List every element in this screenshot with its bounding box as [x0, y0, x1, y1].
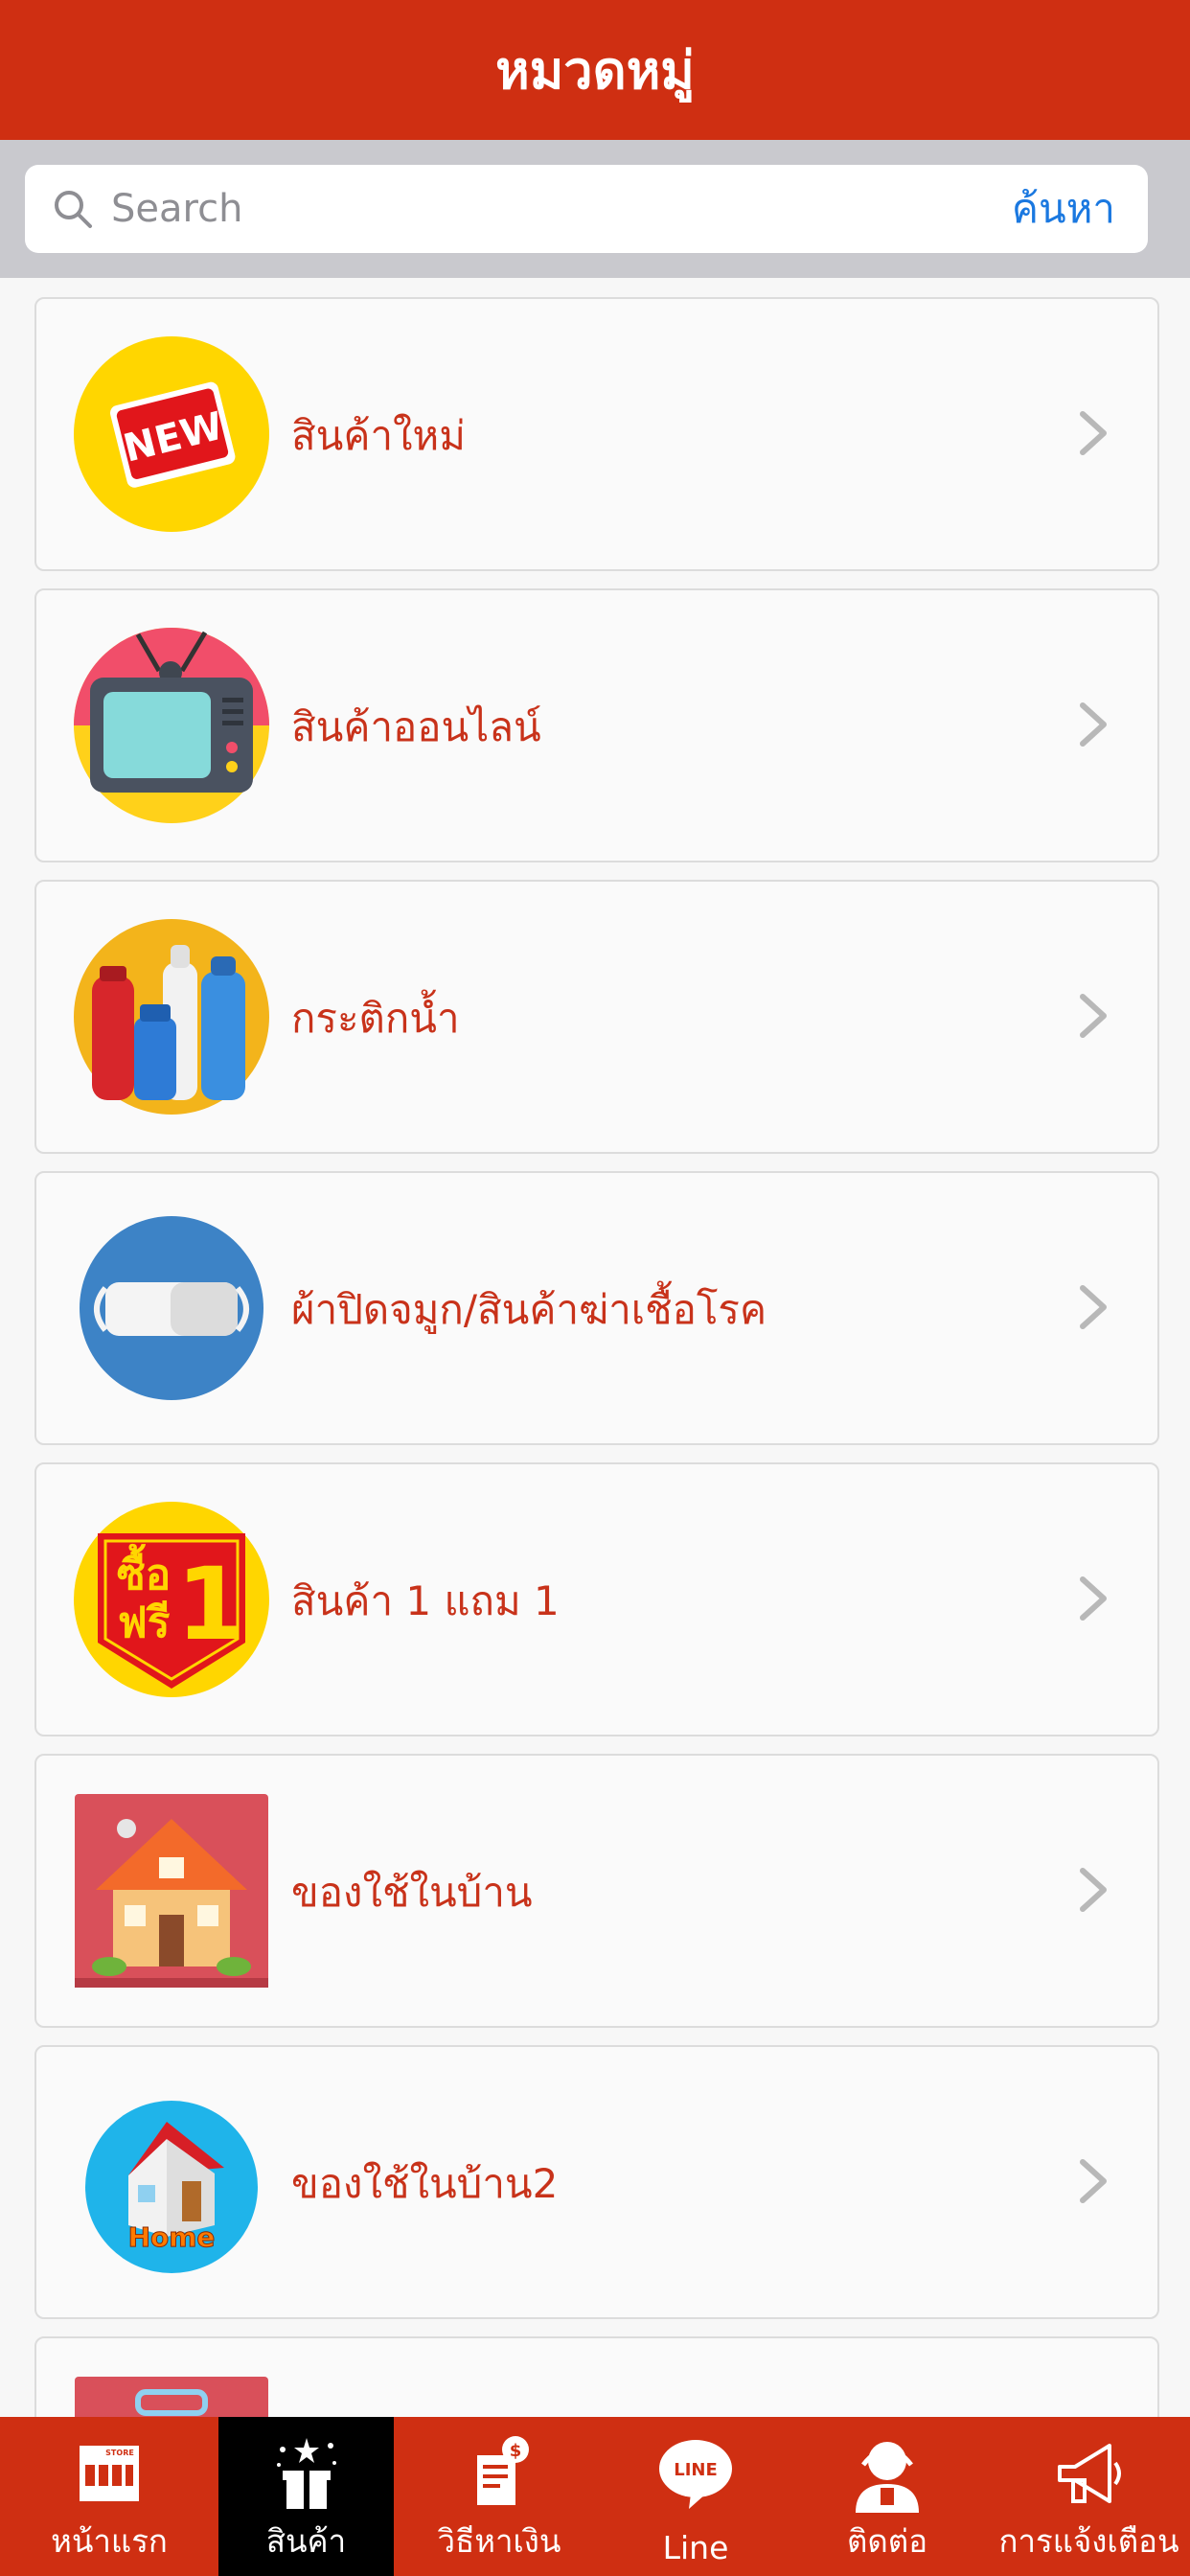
line-chat-icon: LINE: [652, 2430, 739, 2517]
chevron-right-icon: [1080, 1576, 1107, 1621]
promo-line1-text: ซื้อ: [117, 1543, 171, 1599]
tab-notifications[interactable]: การแจ้งเตือน: [988, 2417, 1190, 2576]
tab-contact[interactable]: ติดต่อ: [787, 2417, 988, 2576]
chevron-right-icon: [1080, 1285, 1107, 1329]
chevron-right-icon: [1080, 1868, 1107, 1912]
category-label: สินค้าออนไลน์: [291, 703, 541, 750]
search-box[interactable]: ค้นหา: [25, 165, 1148, 253]
receipt-money-icon: $: [456, 2430, 542, 2517]
tab-earn-money[interactable]: $ วิธีหาเงิน: [394, 2417, 605, 2576]
tab-label: วิธีหาเงิน: [437, 2522, 561, 2560]
tab-label: การแจ้งเตือน: [998, 2522, 1179, 2560]
category-list[interactable]: NEW สินค้าใหม่ สินค้าออนไลน์ กระติกน้ำ ผ…: [0, 278, 1190, 2417]
category-item-buy-one-free-one[interactable]: ซื้อ ฟรี 1 สินค้า 1 แถม 1: [34, 1462, 1159, 1736]
chevron-right-icon: [1080, 2159, 1107, 2203]
face-mask-icon: [71, 1208, 272, 1409]
page-title: หมวดหมู่: [495, 40, 695, 101]
category-label: สินค้าใหม่: [291, 412, 466, 459]
promo-number-text: 1: [176, 1546, 245, 1663]
store-icon-text: STORE: [105, 2449, 134, 2457]
search-input[interactable]: [111, 178, 973, 240]
new-badge-icon: NEW: [71, 334, 272, 535]
category-item-partial[interactable]: [34, 2336, 1159, 2417]
search-icon: [50, 186, 96, 232]
promo-line2-text: ฟรี: [118, 1598, 171, 1647]
tab-home[interactable]: STORE หน้าแรก: [0, 2417, 218, 2576]
category-item-household-2[interactable]: Home ของใช้ในบ้าน2: [34, 2045, 1159, 2319]
store-icon: STORE: [66, 2430, 152, 2517]
support-agent-icon: [844, 2430, 930, 2517]
chevron-right-icon: [1080, 411, 1107, 455]
category-item-online[interactable]: สินค้าออนไลน์: [34, 588, 1159, 862]
chevron-right-icon: [1080, 994, 1107, 1038]
tab-label: สินค้า: [265, 2522, 347, 2560]
search-bar: ค้นหา: [0, 140, 1190, 278]
water-bottles-icon: [71, 916, 272, 1117]
chevron-right-icon: [1080, 702, 1107, 747]
tab-line[interactable]: LINE Line: [605, 2417, 787, 2576]
category-label: กระติกน้ำ: [291, 995, 460, 1042]
bottom-tab-bar: STORE หน้าแรก สินค้า $ วิธีหาเงิน LINE L…: [0, 2417, 1190, 2576]
house-icon: [71, 1790, 272, 1991]
tab-products[interactable]: สินค้า: [218, 2417, 394, 2576]
megaphone-icon: [1046, 2430, 1133, 2517]
tab-label: หน้าแรก: [51, 2522, 168, 2560]
gift-box-icon: [263, 2430, 350, 2517]
home-icon: Home: [71, 2082, 272, 2283]
tab-label: ติดต่อ: [846, 2522, 928, 2560]
line-icon-text: LINE: [674, 2460, 718, 2480]
category-label: ของใช้ในบ้าน2: [291, 2160, 559, 2207]
svg-text:$: $: [510, 2441, 522, 2461]
category-label: ของใช้ในบ้าน: [291, 1869, 533, 1916]
category-item-water-bottles[interactable]: กระติกน้ำ: [34, 880, 1159, 1154]
home-badge-text: Home: [128, 2221, 216, 2253]
bag-icon: [71, 2373, 272, 2417]
category-item-face-masks[interactable]: ผ้าปิดจมูก/สินค้าฆ่าเชื้อโรค: [34, 1171, 1159, 1445]
header-bar: หมวดหมู่: [0, 0, 1190, 140]
tab-label: Line: [662, 2529, 729, 2566]
tv-icon: [71, 625, 272, 826]
category-label: สินค้า 1 แถม 1: [291, 1577, 560, 1624]
category-item-new[interactable]: NEW สินค้าใหม่: [34, 297, 1159, 571]
buy-one-free-one-icon: ซื้อ ฟรี 1: [71, 1499, 272, 1700]
category-item-household[interactable]: ของใช้ในบ้าน: [34, 1754, 1159, 2028]
search-button[interactable]: ค้นหา: [1012, 178, 1115, 240]
category-label: ผ้าปิดจมูก/สินค้าฆ่าเชื้อโรค: [291, 1286, 767, 1333]
